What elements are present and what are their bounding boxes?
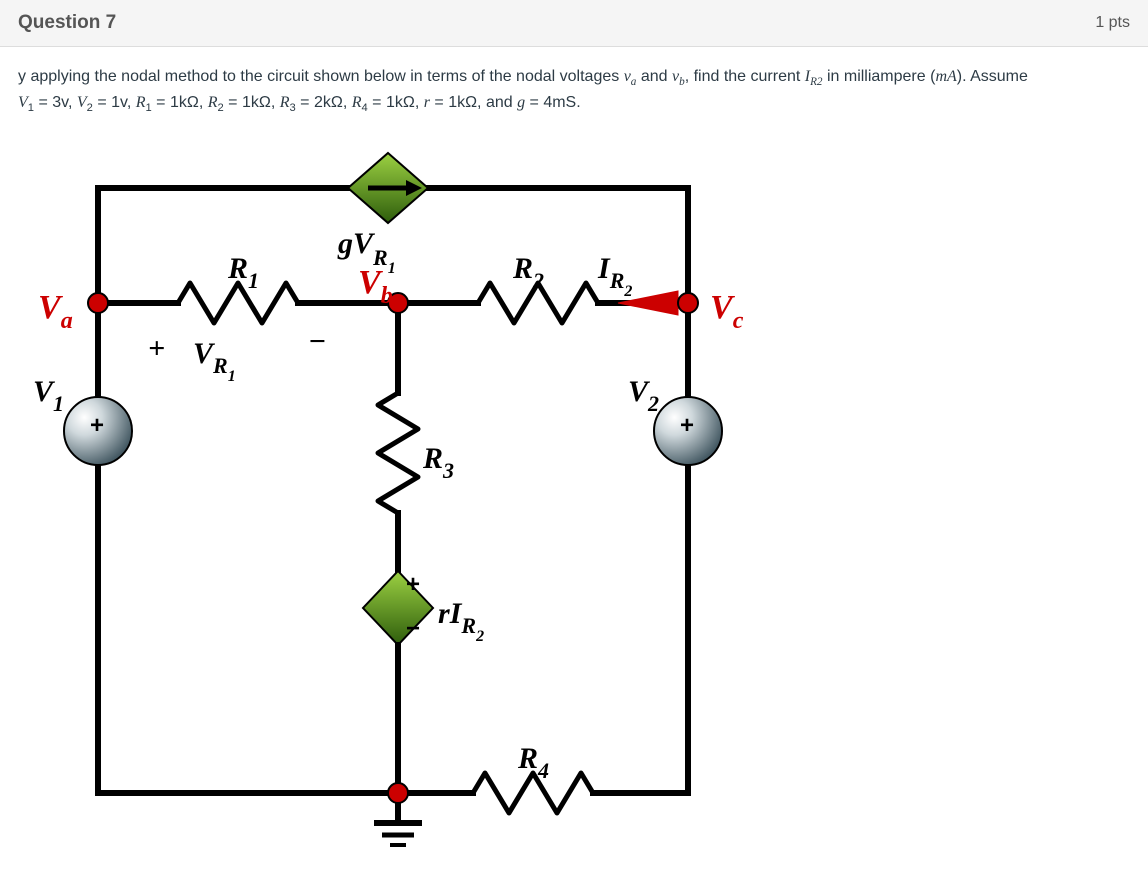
label-r2: R2 [512,252,544,293]
label-v2: V2 [628,375,659,416]
ccvs-minus: − [406,615,420,642]
resistor-r3 [378,393,418,513]
v2-plus-sign: + [680,412,694,439]
question-body: y applying the nodal method to the circu… [0,47,1148,857]
v1-plus-sign: + [90,412,104,439]
label-ir2: IR2 [597,252,632,300]
node-ground [388,783,408,803]
prompt-text: y applying the nodal method to the circu… [18,68,624,85]
label-rir2: rIR2 [438,597,484,645]
label-vr1-minus: − [308,325,326,358]
node-vc [678,293,698,313]
resistor-r1 [178,283,298,323]
ccvs-diamond [363,571,433,645]
question-prompt: y applying the nodal method to the circu… [18,65,1130,117]
label-vc: Vc [710,289,744,334]
label-r3: R3 [422,442,454,483]
label-va: Va [38,289,73,334]
ccvs-plus: + [406,571,420,598]
label-v1: V1 [33,375,64,416]
label-vr1-plus: + [148,332,165,365]
question-title: Question 7 [18,12,116,34]
question-points: 1 pts [1095,14,1130,32]
question-header: Question 7 1 pts [0,0,1148,47]
circuit-svg: + + + − [18,133,778,853]
node-va [88,293,108,313]
circuit-diagram: + + + − [18,127,1130,853]
label-vr1: VR1 [193,337,236,385]
